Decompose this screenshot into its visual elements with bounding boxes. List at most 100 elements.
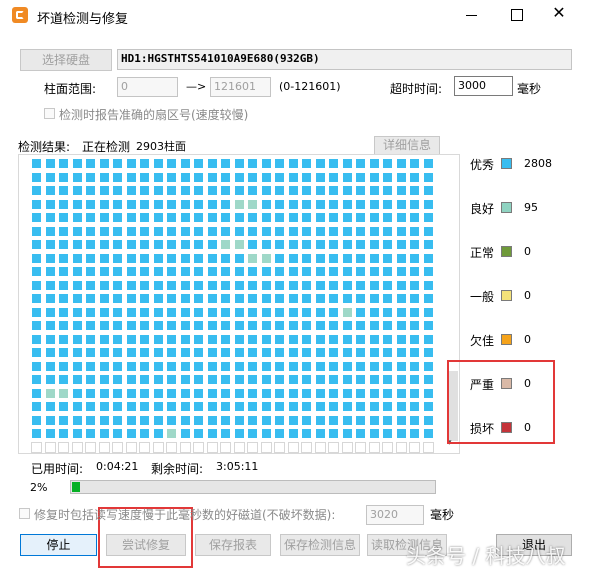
sector-cell	[85, 198, 96, 210]
sector-cell	[44, 266, 56, 277]
repair-option-checkbox[interactable]	[19, 508, 30, 519]
sector-cell	[328, 414, 339, 426]
sector-cell	[287, 171, 299, 183]
sector-cell	[341, 158, 353, 169]
report-sector-label: 检测时报告准确的扇区号(速度较慢)	[59, 108, 249, 122]
sector-cell	[355, 347, 366, 358]
sector-cell	[112, 293, 123, 304]
sector-cell	[152, 360, 164, 372]
sector-cell	[368, 252, 380, 264]
sector-cell	[179, 347, 191, 358]
sector-cell	[395, 320, 407, 331]
sector-cell	[328, 333, 339, 345]
sector-cell	[98, 387, 110, 399]
sector-cell	[328, 158, 339, 169]
sector-cell	[355, 387, 366, 399]
sector-cell	[395, 360, 407, 372]
sector-cell	[58, 225, 69, 237]
sector-cell	[341, 374, 353, 385]
sector-cell	[193, 198, 204, 210]
sector-cell	[233, 293, 245, 304]
sector-cell	[85, 306, 96, 318]
range-arrow: —>	[186, 80, 207, 93]
sector-cell	[355, 158, 366, 169]
sector-cell	[179, 252, 191, 264]
sector-cell	[341, 252, 353, 264]
remaining-time-value: 3:05:11	[216, 460, 259, 473]
sector-cell	[314, 428, 326, 439]
sector-cell	[233, 158, 245, 169]
legend-count: 95	[524, 201, 538, 214]
sector-cell	[409, 320, 420, 331]
sector-cell	[422, 428, 434, 439]
sector-cell	[44, 347, 56, 358]
close-icon[interactable]: ✕	[552, 5, 566, 21]
repair-ms-input[interactable]: 3020	[366, 505, 424, 525]
sector-cell	[328, 252, 339, 264]
sector-cell	[206, 428, 218, 439]
sector-cell	[274, 171, 285, 183]
save-info-button[interactable]: 保存检测信息	[280, 534, 360, 556]
sector-cell	[382, 414, 393, 426]
maximize-icon[interactable]	[511, 9, 523, 21]
sector-cell	[409, 401, 420, 412]
report-sector-checkbox[interactable]	[44, 108, 55, 119]
detail-info-button[interactable]: 详细信息	[374, 136, 440, 155]
sector-cell	[341, 441, 353, 453]
sector-cell	[58, 252, 69, 264]
sector-cell	[58, 171, 69, 183]
timeout-input[interactable]: 3000	[454, 76, 513, 96]
sector-cell	[179, 185, 191, 196]
sector-cell	[220, 293, 231, 304]
try-repair-button[interactable]: 尝试修复	[106, 534, 186, 556]
range-end-input[interactable]: 121601	[210, 77, 271, 97]
sector-cell	[274, 441, 285, 453]
sector-cell	[274, 198, 285, 210]
sector-cell	[193, 239, 204, 250]
sector-cell	[139, 333, 150, 345]
sector-cell	[422, 360, 434, 372]
sector-cell	[382, 441, 393, 453]
sector-cell	[409, 414, 420, 426]
sector-cell	[409, 212, 420, 223]
repair-option-label: 修复时包括读写速度慢于此毫秒数的好磁道(不破坏数据):	[34, 508, 336, 522]
sector-cell	[233, 239, 245, 250]
select-disk-button[interactable]: 选择硬盘	[20, 49, 112, 71]
sector-cell	[274, 401, 285, 412]
sector-cell	[274, 428, 285, 439]
range-start-input[interactable]: 0	[117, 77, 178, 97]
sector-cell	[274, 252, 285, 264]
app-logo-icon	[12, 7, 28, 23]
sector-cell	[422, 387, 434, 399]
save-report-button[interactable]: 保存报表	[195, 534, 271, 556]
sector-cell	[395, 198, 407, 210]
sector-cell	[355, 428, 366, 439]
sector-cell	[85, 252, 96, 264]
sector-cell	[139, 414, 150, 426]
sector-cell	[368, 441, 380, 453]
sector-cell	[139, 293, 150, 304]
stop-button[interactable]: 停止	[20, 534, 97, 556]
sector-cell	[287, 225, 299, 237]
sector-cell	[98, 212, 110, 223]
sector-cell	[341, 306, 353, 318]
sector-cell	[85, 266, 96, 277]
sector-cell	[368, 239, 380, 250]
minimize-icon[interactable]	[466, 15, 477, 16]
sector-cell	[355, 171, 366, 183]
sector-cell	[58, 320, 69, 331]
sector-cell	[260, 320, 272, 331]
sector-cell	[125, 306, 137, 318]
sector-cell	[125, 185, 137, 196]
sector-cell	[31, 441, 42, 453]
sector-cell	[31, 360, 42, 372]
sector-cell	[125, 239, 137, 250]
sector-cell	[314, 320, 326, 331]
sector-cell	[206, 306, 218, 318]
sector-cell	[166, 252, 177, 264]
sector-cell	[152, 387, 164, 399]
sector-cell	[422, 347, 434, 358]
sector-cell	[206, 266, 218, 277]
sector-cell	[71, 374, 83, 385]
sector-cell	[328, 428, 339, 439]
